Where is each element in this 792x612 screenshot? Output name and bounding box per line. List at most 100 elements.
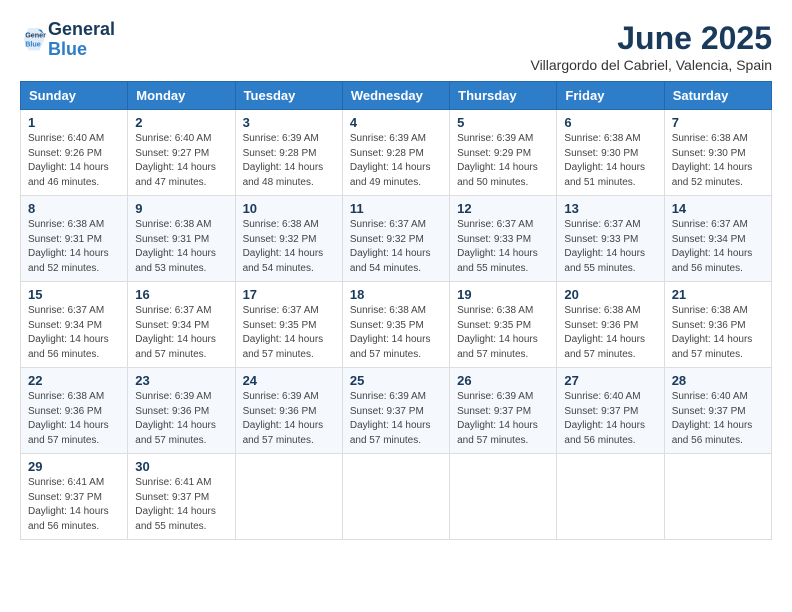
- calendar-cell: 17 Sunrise: 6:37 AM Sunset: 9:35 PM Dayl…: [235, 282, 342, 368]
- calendar-cell: 1 Sunrise: 6:40 AM Sunset: 9:26 PM Dayli…: [21, 110, 128, 196]
- day-number: 5: [457, 115, 549, 130]
- calendar-cell: 4 Sunrise: 6:39 AM Sunset: 9:28 PM Dayli…: [342, 110, 449, 196]
- calendar-cell: 21 Sunrise: 6:38 AM Sunset: 9:36 PM Dayl…: [664, 282, 771, 368]
- calendar-cell: 5 Sunrise: 6:39 AM Sunset: 9:29 PM Dayli…: [450, 110, 557, 196]
- calendar-cell: 8 Sunrise: 6:38 AM Sunset: 9:31 PM Dayli…: [21, 196, 128, 282]
- day-info: Sunrise: 6:39 AM Sunset: 9:28 PM Dayligh…: [243, 132, 335, 190]
- day-info: Sunrise: 6:39 AM Sunset: 9:36 PM Dayligh…: [243, 390, 335, 448]
- day-number: 15: [28, 287, 120, 302]
- day-number: 11: [350, 201, 442, 216]
- title-section: June 2025 Villargordo del Cabriel, Valen…: [530, 20, 772, 73]
- calendar-week-4: 22 Sunrise: 6:38 AM Sunset: 9:36 PM Dayl…: [21, 368, 772, 454]
- weekday-header-friday: Friday: [557, 82, 664, 110]
- calendar-cell: 18 Sunrise: 6:38 AM Sunset: 9:35 PM Dayl…: [342, 282, 449, 368]
- day-number: 12: [457, 201, 549, 216]
- day-number: 1: [28, 115, 120, 130]
- day-number: 9: [135, 201, 227, 216]
- day-info: Sunrise: 6:39 AM Sunset: 9:36 PM Dayligh…: [135, 390, 227, 448]
- calendar-cell: 22 Sunrise: 6:38 AM Sunset: 9:36 PM Dayl…: [21, 368, 128, 454]
- day-info: Sunrise: 6:41 AM Sunset: 9:37 PM Dayligh…: [28, 476, 120, 534]
- calendar-cell: 19 Sunrise: 6:38 AM Sunset: 9:35 PM Dayl…: [450, 282, 557, 368]
- day-info: Sunrise: 6:37 AM Sunset: 9:34 PM Dayligh…: [672, 218, 764, 276]
- calendar-cell: 29 Sunrise: 6:41 AM Sunset: 9:37 PM Dayl…: [21, 454, 128, 540]
- calendar-week-5: 29 Sunrise: 6:41 AM Sunset: 9:37 PM Dayl…: [21, 454, 772, 540]
- day-info: Sunrise: 6:39 AM Sunset: 9:37 PM Dayligh…: [350, 390, 442, 448]
- calendar-cell: [342, 454, 449, 540]
- day-info: Sunrise: 6:39 AM Sunset: 9:37 PM Dayligh…: [457, 390, 549, 448]
- day-number: 21: [672, 287, 764, 302]
- day-number: 28: [672, 373, 764, 388]
- day-info: Sunrise: 6:38 AM Sunset: 9:36 PM Dayligh…: [672, 304, 764, 362]
- weekday-header-saturday: Saturday: [664, 82, 771, 110]
- calendar-week-2: 8 Sunrise: 6:38 AM Sunset: 9:31 PM Dayli…: [21, 196, 772, 282]
- page-header: General Blue General Blue June 2025 Vill…: [20, 20, 772, 73]
- calendar-cell: 14 Sunrise: 6:37 AM Sunset: 9:34 PM Dayl…: [664, 196, 771, 282]
- calendar-cell: [664, 454, 771, 540]
- calendar-week-1: 1 Sunrise: 6:40 AM Sunset: 9:26 PM Dayli…: [21, 110, 772, 196]
- calendar-cell: 11 Sunrise: 6:37 AM Sunset: 9:32 PM Dayl…: [342, 196, 449, 282]
- day-number: 6: [564, 115, 656, 130]
- calendar-cell: 24 Sunrise: 6:39 AM Sunset: 9:36 PM Dayl…: [235, 368, 342, 454]
- day-info: Sunrise: 6:37 AM Sunset: 9:35 PM Dayligh…: [243, 304, 335, 362]
- logo-icon: General Blue: [22, 26, 46, 54]
- calendar-cell: 10 Sunrise: 6:38 AM Sunset: 9:32 PM Dayl…: [235, 196, 342, 282]
- day-number: 30: [135, 459, 227, 474]
- day-number: 10: [243, 201, 335, 216]
- day-info: Sunrise: 6:40 AM Sunset: 9:37 PM Dayligh…: [672, 390, 764, 448]
- calendar-week-3: 15 Sunrise: 6:37 AM Sunset: 9:34 PM Dayl…: [21, 282, 772, 368]
- weekday-header-sunday: Sunday: [21, 82, 128, 110]
- svg-text:Blue: Blue: [25, 39, 41, 48]
- day-number: 29: [28, 459, 120, 474]
- day-number: 24: [243, 373, 335, 388]
- day-number: 19: [457, 287, 549, 302]
- day-info: Sunrise: 6:38 AM Sunset: 9:35 PM Dayligh…: [350, 304, 442, 362]
- day-info: Sunrise: 6:40 AM Sunset: 9:27 PM Dayligh…: [135, 132, 227, 190]
- day-number: 4: [350, 115, 442, 130]
- day-info: Sunrise: 6:37 AM Sunset: 9:34 PM Dayligh…: [135, 304, 227, 362]
- calendar-cell: 23 Sunrise: 6:39 AM Sunset: 9:36 PM Dayl…: [128, 368, 235, 454]
- calendar-cell: 6 Sunrise: 6:38 AM Sunset: 9:30 PM Dayli…: [557, 110, 664, 196]
- logo-general: General: [48, 20, 115, 40]
- calendar-cell: 7 Sunrise: 6:38 AM Sunset: 9:30 PM Dayli…: [664, 110, 771, 196]
- calendar-cell: 27 Sunrise: 6:40 AM Sunset: 9:37 PM Dayl…: [557, 368, 664, 454]
- calendar-table: SundayMondayTuesdayWednesdayThursdayFrid…: [20, 81, 772, 540]
- day-info: Sunrise: 6:38 AM Sunset: 9:31 PM Dayligh…: [135, 218, 227, 276]
- svg-text:General: General: [25, 30, 46, 39]
- day-info: Sunrise: 6:38 AM Sunset: 9:30 PM Dayligh…: [564, 132, 656, 190]
- day-info: Sunrise: 6:39 AM Sunset: 9:29 PM Dayligh…: [457, 132, 549, 190]
- day-number: 18: [350, 287, 442, 302]
- calendar-cell: 16 Sunrise: 6:37 AM Sunset: 9:34 PM Dayl…: [128, 282, 235, 368]
- calendar-cell: 28 Sunrise: 6:40 AM Sunset: 9:37 PM Dayl…: [664, 368, 771, 454]
- day-info: Sunrise: 6:38 AM Sunset: 9:31 PM Dayligh…: [28, 218, 120, 276]
- calendar-cell: 15 Sunrise: 6:37 AM Sunset: 9:34 PM Dayl…: [21, 282, 128, 368]
- day-number: 16: [135, 287, 227, 302]
- weekday-header-wednesday: Wednesday: [342, 82, 449, 110]
- calendar-cell: [557, 454, 664, 540]
- day-number: 25: [350, 373, 442, 388]
- calendar-cell: [235, 454, 342, 540]
- day-info: Sunrise: 6:37 AM Sunset: 9:33 PM Dayligh…: [457, 218, 549, 276]
- day-number: 23: [135, 373, 227, 388]
- calendar-cell: 2 Sunrise: 6:40 AM Sunset: 9:27 PM Dayli…: [128, 110, 235, 196]
- weekday-header-row: SundayMondayTuesdayWednesdayThursdayFrid…: [21, 82, 772, 110]
- calendar-cell: 30 Sunrise: 6:41 AM Sunset: 9:37 PM Dayl…: [128, 454, 235, 540]
- weekday-header-tuesday: Tuesday: [235, 82, 342, 110]
- day-number: 22: [28, 373, 120, 388]
- calendar-cell: 12 Sunrise: 6:37 AM Sunset: 9:33 PM Dayl…: [450, 196, 557, 282]
- day-info: Sunrise: 6:38 AM Sunset: 9:30 PM Dayligh…: [672, 132, 764, 190]
- day-info: Sunrise: 6:38 AM Sunset: 9:35 PM Dayligh…: [457, 304, 549, 362]
- day-number: 27: [564, 373, 656, 388]
- day-info: Sunrise: 6:40 AM Sunset: 9:26 PM Dayligh…: [28, 132, 120, 190]
- calendar-cell: 13 Sunrise: 6:37 AM Sunset: 9:33 PM Dayl…: [557, 196, 664, 282]
- weekday-header-thursday: Thursday: [450, 82, 557, 110]
- calendar-cell: 20 Sunrise: 6:38 AM Sunset: 9:36 PM Dayl…: [557, 282, 664, 368]
- day-number: 13: [564, 201, 656, 216]
- day-number: 2: [135, 115, 227, 130]
- logo: General Blue General Blue: [20, 20, 115, 60]
- weekday-header-monday: Monday: [128, 82, 235, 110]
- location-title: Villargordo del Cabriel, Valencia, Spain: [530, 57, 772, 73]
- day-info: Sunrise: 6:39 AM Sunset: 9:28 PM Dayligh…: [350, 132, 442, 190]
- day-info: Sunrise: 6:37 AM Sunset: 9:32 PM Dayligh…: [350, 218, 442, 276]
- day-number: 14: [672, 201, 764, 216]
- day-info: Sunrise: 6:38 AM Sunset: 9:36 PM Dayligh…: [28, 390, 120, 448]
